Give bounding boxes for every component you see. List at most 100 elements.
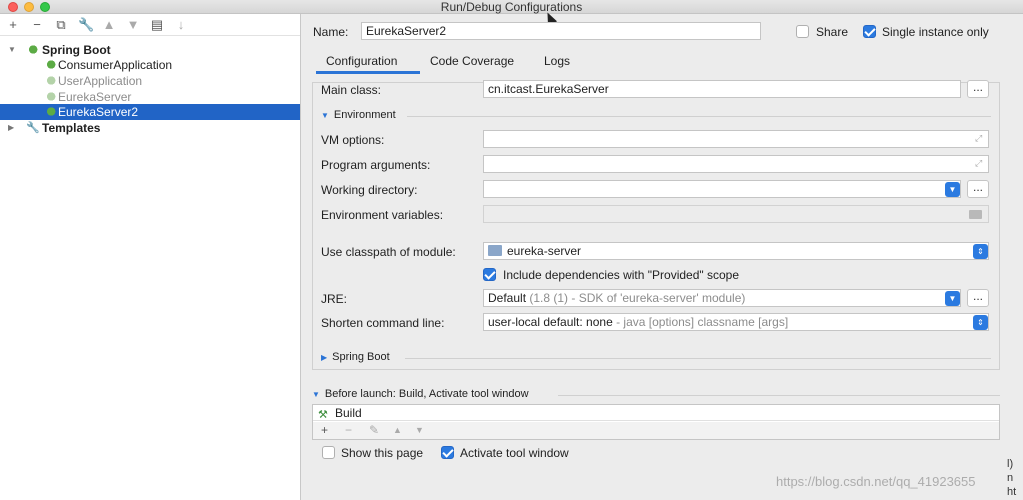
jre-browse-button[interactable]: ... — [967, 289, 989, 307]
move-down-icon[interactable]: ▼ — [415, 425, 424, 435]
tree-item-label: EurekaServer — [58, 90, 132, 104]
main-class-field[interactable]: cn.itcast.EurekaServer — [483, 80, 961, 98]
move-up-icon[interactable]: ▲ — [393, 425, 402, 435]
before-launch-toolbar: + − ✎ ▲ ▼ — [313, 422, 999, 439]
tree-item-label: ConsumerApplication — [58, 58, 173, 72]
window-title: Run/Debug Configurations — [440, 0, 583, 14]
classpath-module-value: eureka-server — [507, 244, 582, 258]
tree-toolbar: + − ⧉ 🔧 ▲ ▼ ▤ ↓ — [0, 14, 300, 36]
spring-boot-icon — [26, 45, 38, 55]
move-up-icon[interactable]: ▲ — [102, 17, 116, 32]
move-down-icon[interactable]: ▼ — [126, 17, 140, 32]
chevron-updown-icon[interactable]: ⇕ — [973, 315, 988, 330]
spring-boot-app-icon — [44, 107, 56, 117]
name-field[interactable]: EurekaServer2 — [361, 22, 761, 40]
environment-variables-field[interactable] — [483, 205, 989, 223]
remove-icon[interactable]: − — [345, 423, 352, 437]
jre-hint: (1.8 (1) - SDK of 'eureka-server' module… — [529, 291, 746, 305]
hammer-icon: ⚒ — [318, 409, 328, 421]
edit-icon[interactable]: ✎ — [369, 423, 379, 437]
tree-item-consumer-application[interactable]: ConsumerApplication — [0, 57, 300, 73]
chevron-down-icon[interactable]: ▼ — [945, 291, 960, 306]
divider — [407, 116, 991, 117]
tree-item-eureka-server2[interactable]: EurekaServer2 — [0, 104, 300, 120]
tree-item-eureka-server[interactable]: EurekaServer — [0, 89, 300, 105]
list-item[interactable]: ⚒ Build — [313, 405, 999, 421]
spring-boot-app-icon — [44, 92, 56, 102]
classpath-module-select[interactable]: eureka-server — [483, 242, 989, 260]
shorten-command-line-select[interactable]: user-local default: none - java [options… — [483, 313, 989, 331]
shorten-command-line-value: user-local default: none — [488, 315, 613, 329]
jre-select[interactable]: Default (1.8 (1) - SDK of 'eureka-server… — [483, 289, 961, 307]
tree-group-spring-boot[interactable]: ▼ Spring Boot — [0, 42, 300, 58]
chevron-down-icon: ▼ — [321, 111, 329, 120]
share-label: Share — [816, 25, 849, 39]
expand-icon[interactable]: ⤢ — [975, 133, 982, 144]
wrench-icon[interactable]: 🔧 — [78, 17, 94, 32]
title-bar: Run/Debug Configurations — [0, 0, 1023, 14]
share-checkbox[interactable] — [796, 25, 809, 38]
sort-icon[interactable]: ↓ — [174, 17, 188, 32]
remove-icon[interactable]: − — [30, 17, 44, 32]
tree-group-label: Spring Boot — [42, 43, 111, 57]
environment-variables-label: Environment variables: — [321, 208, 444, 222]
program-arguments-label: Program arguments: — [321, 158, 431, 172]
chevron-updown-icon[interactable]: ⇕ — [973, 244, 988, 259]
name-label: Name: — [313, 25, 349, 39]
show-page-label: Show this page — [341, 446, 424, 460]
wrench-icon: 🔧 — [26, 122, 40, 134]
working-directory-label: Working directory: — [321, 183, 418, 197]
environment-label: Environment — [333, 109, 396, 121]
add-icon[interactable]: + — [6, 17, 20, 32]
single-instance-label: Single instance only — [882, 25, 989, 39]
watermark: https://blog.csdn.net/qq_41923655 — [776, 474, 976, 489]
activate-tool-window-checkbox[interactable] — [441, 446, 454, 459]
chevron-right-icon[interactable]: ▶ — [8, 120, 14, 136]
tree-group-templates[interactable]: ▶ 🔧 Templates — [0, 120, 300, 136]
spring-boot-section-toggle[interactable]: ▶ Spring Boot — [321, 351, 390, 363]
classpath-module-label: Use classpath of module: — [321, 245, 456, 259]
tree-item-user-application[interactable]: UserApplication — [0, 73, 300, 89]
chevron-right-icon: ▶ — [321, 353, 328, 362]
working-directory-browse-button[interactable]: ... — [967, 180, 989, 198]
environment-section-toggle[interactable]: ▼ Environment — [321, 109, 396, 121]
tab-code-coverage[interactable]: Code Coverage — [430, 54, 514, 68]
tree-item-label: UserApplication — [58, 74, 143, 88]
include-dependencies-label: Include dependencies with "Provided" sco… — [503, 268, 740, 282]
tab-logs[interactable]: Logs — [544, 54, 570, 68]
before-launch-list: ⚒ Build + − ✎ ▲ ▼ — [312, 404, 1000, 440]
chevron-down-icon[interactable]: ▼ — [8, 42, 16, 58]
tree-item-label: EurekaServer2 — [58, 105, 139, 119]
main-class-browse-button[interactable]: ... — [967, 80, 989, 98]
jre-label: JRE: — [321, 292, 348, 306]
tab-configuration[interactable]: Configuration — [326, 54, 397, 68]
spring-boot-app-icon — [44, 60, 56, 70]
include-dependencies-checkbox[interactable] — [483, 268, 496, 281]
copy-icon[interactable]: ⧉ — [54, 17, 68, 32]
module-icon — [488, 245, 502, 256]
vm-options-label: VM options: — [321, 133, 385, 147]
expand-icon[interactable]: ⤢ — [975, 158, 982, 169]
before-launch-toggle[interactable]: ▼ Before launch: Build, Activate tool win… — [312, 388, 529, 400]
working-directory-field[interactable] — [483, 180, 961, 198]
chevron-down-icon: ▼ — [312, 390, 320, 399]
main-class-label: Main class: — [321, 83, 382, 97]
configuration-editor: Name: EurekaServer2 Share Single instanc… — [302, 14, 1023, 500]
tree-group-label: Templates — [42, 121, 101, 135]
edge-text: n — [1007, 472, 1014, 484]
activate-tool-window-label: Activate tool window — [460, 446, 569, 460]
single-instance-checkbox[interactable] — [863, 25, 876, 38]
chevron-down-icon[interactable]: ▼ — [945, 182, 960, 197]
add-icon[interactable]: + — [321, 423, 328, 437]
folder-icon[interactable]: ▤ — [150, 17, 164, 32]
show-page-checkbox[interactable] — [322, 446, 335, 459]
folder-icon[interactable] — [969, 210, 982, 219]
active-tab-indicator — [316, 71, 420, 74]
spring-boot-app-icon — [44, 76, 56, 86]
edge-text: ht — [1007, 486, 1017, 498]
edge-text: l) — [1007, 458, 1014, 470]
vm-options-field[interactable] — [483, 130, 989, 148]
program-arguments-field[interactable] — [483, 155, 989, 173]
list-item-label: Build — [335, 406, 362, 420]
configurations-tree-pane: + − ⧉ 🔧 ▲ ▼ ▤ ↓ ▼ Spring Boot ConsumerAp… — [0, 14, 301, 500]
